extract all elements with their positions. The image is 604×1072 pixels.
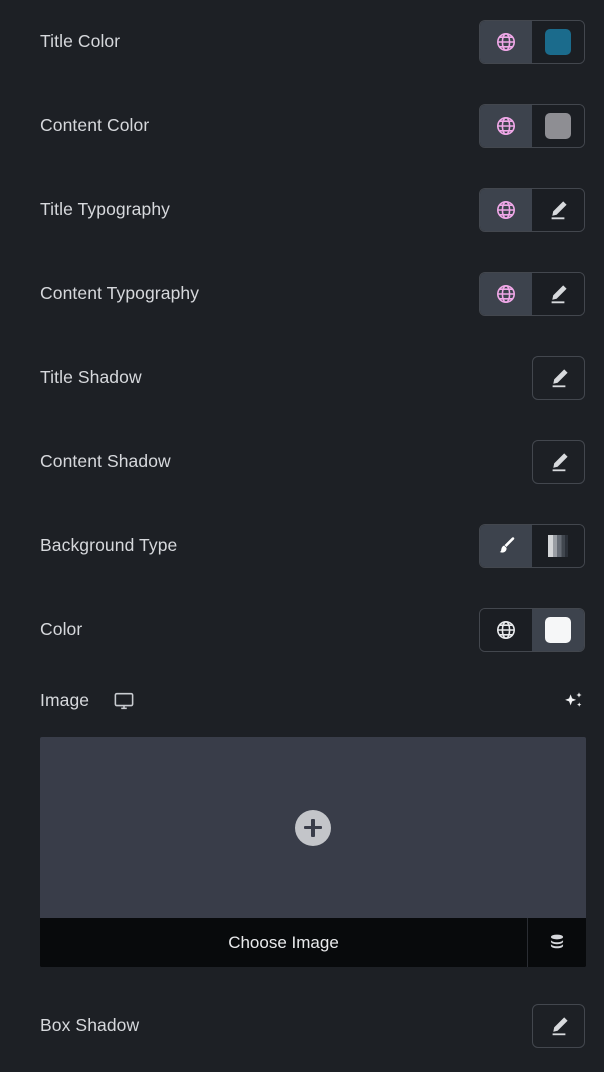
row-label-content-typography: Content Typography bbox=[40, 283, 200, 304]
content-typography-control[interactable] bbox=[479, 272, 585, 316]
control-row-content-typography: Content Typography bbox=[0, 252, 604, 336]
row-label-title-shadow: Title Shadow bbox=[40, 367, 142, 388]
image-preview-area[interactable] bbox=[40, 737, 586, 918]
content-color-responsive-toggle[interactable] bbox=[480, 105, 532, 147]
control-row-content-shadow: Content Shadow bbox=[0, 420, 604, 504]
box-shadow-edit-button[interactable] bbox=[532, 1004, 585, 1048]
background-type-control[interactable] bbox=[479, 524, 585, 568]
row-label-content-color: Content Color bbox=[40, 115, 150, 136]
globe-icon bbox=[497, 201, 515, 219]
title-color-swatch bbox=[545, 29, 571, 55]
plus-circle-icon[interactable] bbox=[295, 809, 331, 846]
sparkle-icon bbox=[565, 692, 582, 707]
style-settings-panel: Title Color Content Color Title Typograp… bbox=[0, 0, 604, 1072]
title-color-responsive-toggle[interactable] bbox=[480, 21, 532, 63]
pencil-edit-icon bbox=[552, 1017, 568, 1036]
title-shadow-edit-button[interactable] bbox=[532, 356, 585, 400]
image-uploader: Choose Image bbox=[40, 737, 586, 967]
background-color-swatch bbox=[545, 617, 571, 643]
control-row-background-type: Background Type bbox=[0, 504, 604, 588]
control-row-title-typography: Title Typography bbox=[0, 168, 604, 252]
row-label-title-color: Title Color bbox=[40, 31, 121, 52]
monitor-icon bbox=[114, 692, 134, 710]
pencil-edit-icon bbox=[552, 369, 568, 388]
row-label-image: Image bbox=[40, 690, 90, 711]
control-row-box-shadow: Box Shadow bbox=[0, 984, 604, 1068]
globe-icon bbox=[497, 33, 515, 51]
content-typography-responsive-toggle[interactable] bbox=[480, 273, 532, 315]
row-label-color: Color bbox=[40, 619, 83, 640]
content-shadow-edit-button[interactable] bbox=[532, 440, 585, 484]
database-icon bbox=[550, 934, 564, 948]
row-label-box-shadow: Box Shadow bbox=[40, 1015, 140, 1036]
title-typography-responsive-toggle[interactable] bbox=[480, 189, 532, 231]
title-color-control[interactable] bbox=[479, 20, 585, 64]
background-color-responsive-toggle[interactable] bbox=[480, 609, 532, 651]
background-type-classic-button[interactable] bbox=[480, 525, 532, 567]
title-color-swatch-button[interactable] bbox=[532, 21, 584, 63]
content-typography-edit-button[interactable] bbox=[532, 273, 584, 315]
choose-image-button[interactable]: Choose Image bbox=[40, 918, 528, 967]
title-typography-edit-button[interactable] bbox=[532, 189, 584, 231]
control-row-color: Color bbox=[0, 588, 604, 672]
title-typography-control[interactable] bbox=[479, 188, 585, 232]
pencil-edit-icon bbox=[552, 453, 568, 472]
row-label-content-shadow: Content Shadow bbox=[40, 451, 171, 472]
image-section-header: Image bbox=[0, 676, 604, 726]
content-color-control[interactable] bbox=[479, 104, 585, 148]
media-library-button[interactable] bbox=[528, 918, 586, 967]
globe-icon bbox=[497, 621, 515, 639]
image-chooser-bar: Choose Image bbox=[40, 918, 586, 967]
content-color-swatch bbox=[545, 113, 571, 139]
content-color-swatch-button[interactable] bbox=[532, 105, 584, 147]
image-responsive-toggle[interactable] bbox=[113, 690, 135, 712]
background-color-swatch-button[interactable] bbox=[532, 609, 584, 651]
gradient-icon bbox=[548, 535, 568, 557]
row-label-title-typography: Title Typography bbox=[40, 199, 171, 220]
globe-icon bbox=[497, 285, 515, 303]
control-row-title-shadow: Title Shadow bbox=[0, 336, 604, 420]
background-color-control[interactable] bbox=[479, 608, 585, 652]
row-label-background-type: Background Type bbox=[40, 535, 178, 556]
pencil-edit-icon bbox=[551, 285, 567, 304]
control-row-content-color: Content Color bbox=[0, 84, 604, 168]
background-type-gradient-button[interactable] bbox=[532, 525, 584, 567]
globe-icon bbox=[497, 117, 515, 135]
paint-brush-icon bbox=[499, 537, 515, 553]
ai-generate-button[interactable] bbox=[561, 689, 585, 713]
pencil-edit-icon bbox=[551, 201, 567, 220]
control-row-title-color: Title Color bbox=[0, 0, 604, 84]
